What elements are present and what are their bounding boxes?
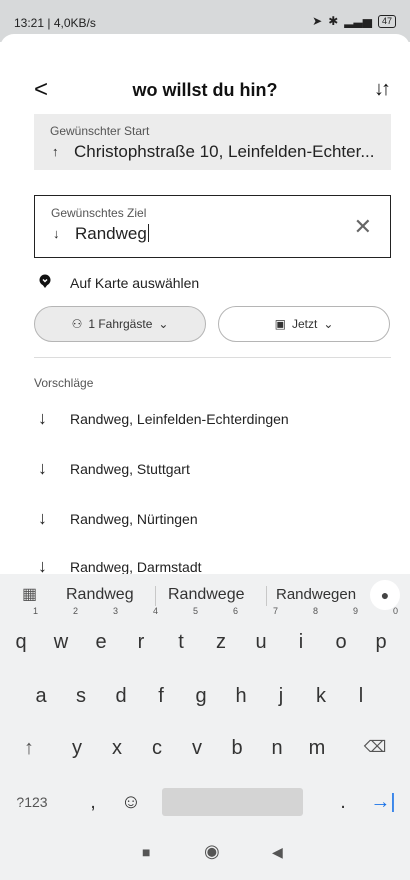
arrow-down-icon: ↓ <box>53 226 60 241</box>
key[interactable]: l <box>342 674 380 718</box>
key[interactable]: i8 <box>282 606 320 664</box>
keyboard: ▦ Randweg Randwege Randwegen ● q1 w2 e3 … <box>0 574 410 832</box>
select-on-map-label: Auf Karte auswählen <box>70 275 200 291</box>
start-field-value: Christophstraße 10, Leinfelden-Echter... <box>74 142 375 161</box>
page-title: wo willst du hin? <box>132 80 278 100</box>
divider <box>34 357 391 358</box>
route-search-sheet: < wo willst du hin? ↓↑ Gewünschter Start… <box>0 34 410 574</box>
key[interactable]: q1 <box>2 606 40 664</box>
key[interactable]: z6 <box>202 606 240 664</box>
key[interactable]: d <box>102 674 140 718</box>
map-pin-icon <box>39 274 51 288</box>
key[interactable]: m <box>298 726 336 770</box>
back-nav-icon[interactable]: ◀ <box>272 844 283 861</box>
destination-field[interactable]: Gewünschtes Ziel ↓ Randweg ✕ <box>34 195 391 258</box>
shift-key[interactable]: ↑ <box>10 726 48 770</box>
clear-icon[interactable]: ✕ <box>354 214 372 240</box>
key[interactable]: b <box>218 726 256 770</box>
person-icon: ⚇ <box>71 317 83 331</box>
suggestion-item[interactable]: ↓ Randweg, Leinfelden-Echterdingen <box>34 408 394 432</box>
key[interactable]: u7 <box>242 606 280 664</box>
key[interactable]: h <box>222 674 260 718</box>
emoji-key[interactable]: ☺ <box>112 780 150 824</box>
keyboard-row-3: ↑ y x c v b n m ⌫ <box>0 726 410 770</box>
key[interactable]: t5 <box>162 606 200 664</box>
key[interactable]: o9 <box>322 606 360 664</box>
key[interactable]: f <box>142 674 180 718</box>
passenger-selector[interactable]: ⚇ 1 Fahrgäste ⌄ <box>34 306 206 342</box>
passenger-label: 1 Fahrgäste <box>88 317 153 331</box>
start-field[interactable]: Gewünschter Start ↑ Christophstraße 10, … <box>34 114 391 170</box>
calendar-icon: ▣ <box>274 317 286 331</box>
recents-icon[interactable]: ■ <box>142 844 150 860</box>
key[interactable]: r4 <box>122 606 160 664</box>
keyboard-suggestion[interactable]: Randwege <box>168 586 245 604</box>
arrow-down-icon: ↓ <box>38 408 47 428</box>
key[interactable]: n <box>258 726 296 770</box>
suggestion-label: Randweg, Stuttgart <box>70 461 190 477</box>
chevron-down-icon: ⌄ <box>158 317 169 331</box>
enter-key[interactable]: →| <box>364 780 402 824</box>
suggestion-item[interactable]: ↓ Randweg, Stuttgart <box>34 458 394 482</box>
key[interactable]: v <box>178 726 216 770</box>
bluetooth-icon: ✱ <box>328 14 339 28</box>
suggestion-separator <box>155 586 156 606</box>
symbols-key[interactable]: ?123 <box>12 780 52 824</box>
suggestion-label: Randweg, Darmstadt <box>70 559 202 574</box>
apps-grid-icon[interactable]: ▦ <box>22 584 37 604</box>
header: < wo willst du hin? ↓↑ <box>0 76 410 106</box>
suggestion-item[interactable]: ↓ Randweg, Darmstadt <box>34 556 394 574</box>
key[interactable]: k <box>302 674 340 718</box>
signal-icon: ▂▃▅ <box>344 14 372 28</box>
arrow-up-icon: ↑ <box>52 144 59 159</box>
keyboard-suggestion[interactable]: Randwegen <box>276 586 356 603</box>
keyboard-suggestion[interactable]: Randweg <box>66 586 134 604</box>
status-icons: ➤ ✱ ▂▃▅ 47 <box>312 14 396 28</box>
arrow-down-icon: ↓ <box>38 458 47 478</box>
chevron-down-icon: ⌄ <box>323 317 334 331</box>
space-key[interactable] <box>162 788 303 816</box>
key[interactable]: a <box>22 674 60 718</box>
status-time: 13:21 | 4,0KB/s <box>14 16 96 30</box>
suggestion-item[interactable]: ↓ Randweg, Nürtingen <box>34 508 394 532</box>
arrow-down-icon: ↓ <box>38 556 47 574</box>
select-on-map-button[interactable]: Auf Karte auswählen <box>34 272 374 294</box>
comma-key[interactable]: , <box>74 780 112 824</box>
key[interactable]: c <box>138 726 176 770</box>
location-icon: ➤ <box>312 14 323 28</box>
suggestions-heading: Vorschläge <box>34 376 94 390</box>
battery-icon: 47 <box>377 14 396 28</box>
start-field-label: Gewünschter Start <box>50 124 150 138</box>
arrow-down-icon: ↓ <box>38 508 47 528</box>
destination-field-label: Gewünschtes Ziel <box>51 206 147 220</box>
key[interactable]: w2 <box>42 606 80 664</box>
system-nav-bar: ■ ◉ ◀ <box>0 832 410 880</box>
key[interactable]: p0 <box>362 606 400 664</box>
period-key[interactable]: . <box>324 780 362 824</box>
key[interactable]: y <box>58 726 96 770</box>
swap-vertical-icon[interactable]: ↓↑ <box>374 78 391 101</box>
key[interactable]: j <box>262 674 300 718</box>
key[interactable]: s <box>62 674 100 718</box>
suggestion-label: Randweg, Leinfelden-Echterdingen <box>70 411 289 427</box>
text-cursor <box>147 224 149 242</box>
destination-input[interactable]: Randweg <box>75 224 335 244</box>
keyboard-suggestion-bar: ▦ Randweg Randwege Randwegen ● <box>0 574 410 616</box>
time-label: Jetzt <box>291 317 318 331</box>
backspace-key[interactable]: ⌫ <box>356 726 394 770</box>
suggestion-label: Randweg, Nürtingen <box>70 511 198 527</box>
keyboard-row-2: a s d f g h j k l <box>0 674 410 718</box>
keyboard-row-1: q1 w2 e3 r4 t5 z6 u7 i8 o9 p0 <box>0 606 410 664</box>
key[interactable]: e3 <box>82 606 120 664</box>
key[interactable]: g <box>182 674 220 718</box>
key[interactable]: x <box>98 726 136 770</box>
home-icon[interactable]: ◉ <box>204 841 220 862</box>
time-selector[interactable]: ▣ Jetzt ⌄ <box>218 306 390 342</box>
keyboard-row-4: ?123 , ☺ . →| <box>0 780 410 824</box>
suggestion-separator <box>266 586 267 606</box>
